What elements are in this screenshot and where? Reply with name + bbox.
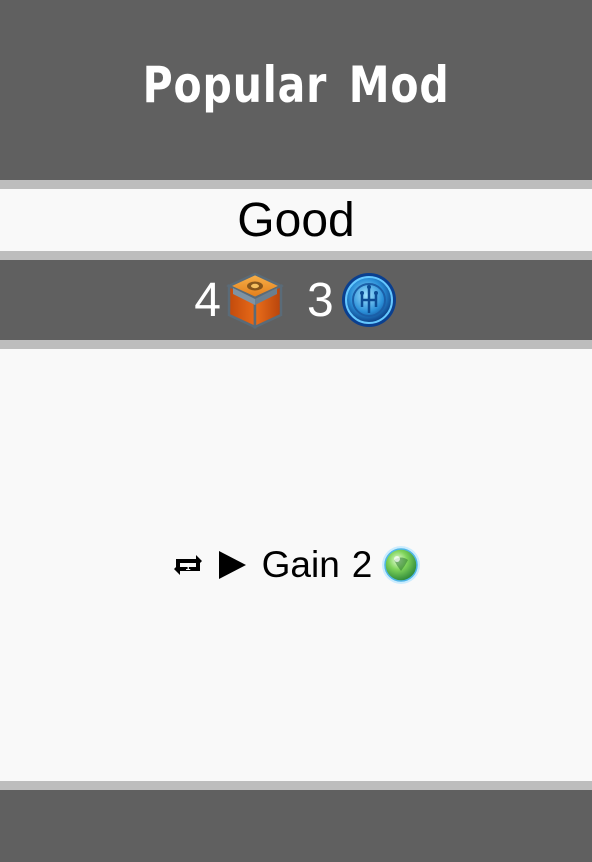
effect-band: 1 Gain 2 — [0, 349, 592, 781]
cost-band: 4 3 — [0, 260, 592, 340]
card-effect: 1 Gain 2 — [170, 544, 423, 586]
effect-text: Gain — [261, 544, 340, 585]
game-card[interactable]: Popular Mod Good 4 3 1 Gain 2 — [0, 0, 592, 862]
cost-crate-amount: 4 — [194, 273, 221, 327]
cost-tech-amount: 3 — [307, 273, 334, 327]
cost-tech: 3 — [307, 271, 398, 329]
title-band: Popular Mod — [0, 0, 592, 180]
cost-crate: 4 — [194, 270, 285, 330]
repeat-once-icon: 1 — [173, 555, 202, 575]
play-arrow-icon — [218, 551, 246, 579]
green-orb-icon — [382, 546, 421, 584]
card-type: Good — [237, 193, 355, 247]
footer-band — [0, 790, 592, 862]
card-title: Popular Mod — [142, 56, 450, 114]
tech-chip-icon — [341, 273, 396, 327]
svg-text:1: 1 — [185, 562, 190, 572]
effect-amount: 2 — [351, 544, 373, 585]
type-band: Good — [0, 189, 592, 251]
crate-icon — [226, 272, 284, 329]
